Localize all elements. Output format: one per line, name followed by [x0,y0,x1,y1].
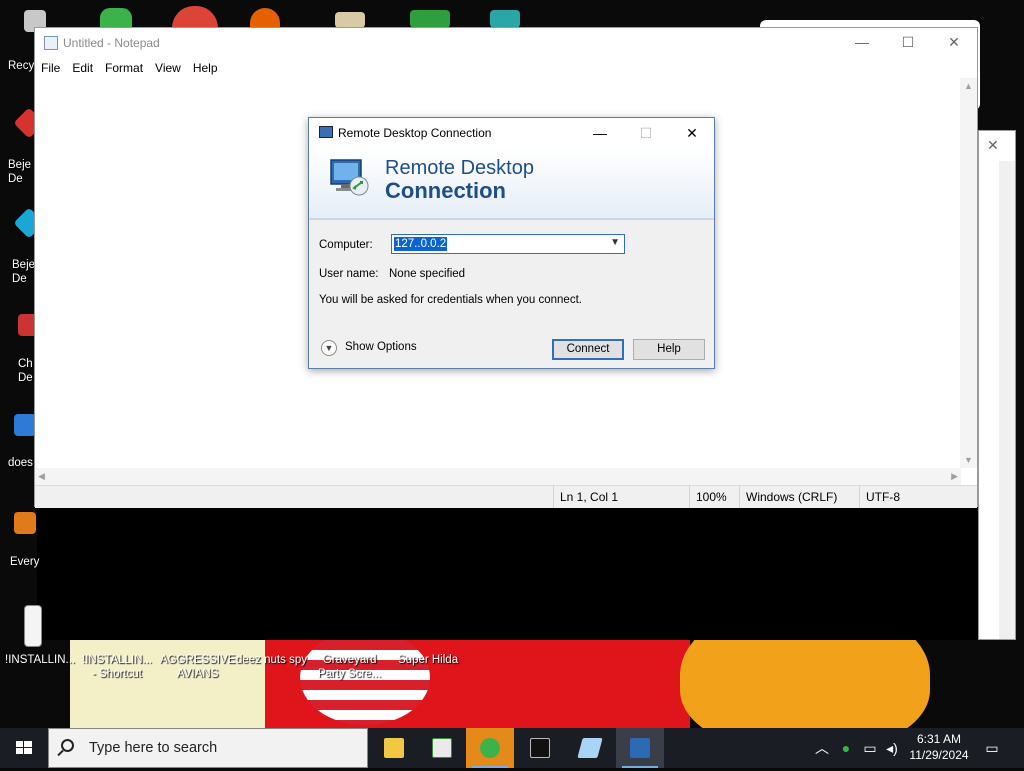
network-icon[interactable]: ▭ [860,728,880,768]
credentials-info: You will be asked for credentials when y… [319,294,582,306]
scroll-left-icon[interactable]: ◀ [38,471,45,482]
scroll-down-icon[interactable]: ▼ [964,455,973,465]
desktop-icon-label: does [8,457,33,469]
minimize-button[interactable]: — [577,118,623,148]
notification-icon[interactable]: ▭ [980,728,1004,768]
windows-logo-icon [16,741,32,754]
remote-desktop-icon [319,126,333,138]
dialog-banner: Remote Desktop Connection [309,148,714,220]
title-bar[interactable]: Untitled - Notepad — ☐ ✕ [35,28,977,58]
taskbar-notepad[interactable] [566,728,614,768]
clock-time: 6:31 AM [916,732,962,746]
status-bar: Ln 1, Col 1 100% Windows (CRLF) UTF-8 [35,485,977,508]
menu-file[interactable]: File [35,58,66,78]
taskbar-people-app[interactable] [466,728,514,768]
scroll-right-icon[interactable]: ▶ [951,471,958,482]
notepad-icon [44,36,58,50]
close-button[interactable]: ✕ [669,118,715,148]
desktop-icon-label: Beje De [8,159,32,185]
taskbar-search-box[interactable]: Type here to search [48,728,368,768]
desktop-icon-label: !INSTALLIN... [5,654,76,666]
remote-desktop-dialog: Remote Desktop Connection — ☐ ✕ Remote D… [308,117,715,369]
notepad-app-icon [432,738,452,758]
show-hidden-icons[interactable]: ︿ [812,728,832,768]
taskbar: Type here to search ︿ ● ▭ ◂) 6:31 AM 11/… [0,728,1024,768]
wallpaper-shape [37,505,1000,640]
banner-title-line1: Remote Desktop [385,157,534,179]
remote-desktop-icon [630,738,650,758]
start-button[interactable] [0,728,48,768]
dialog-title: Remote Desktop Connection [338,126,492,140]
desktop-icon-label: Recy [8,60,35,72]
app-icon[interactable] [335,12,365,28]
status-zoom: 100% [689,486,736,508]
taskbar-terminal[interactable] [516,728,564,768]
terminal-icon [530,738,550,758]
help-button[interactable]: Help [633,339,705,360]
taskbar-remote-desktop[interactable] [616,728,664,768]
computer-label: Computer: [319,239,373,251]
taskbar-notepad-app[interactable] [418,728,466,768]
vertical-scrollbar[interactable]: ▲ ▼ [960,78,977,468]
desktop-icon-label: Super Hilda [398,654,459,666]
title-bar[interactable]: Remote Desktop Connection — ☐ ✕ [309,118,714,148]
volume-icon[interactable]: ◂) [882,728,902,768]
chevron-down-icon[interactable]: ▼ [321,340,337,356]
status-encoding: UTF-8 [859,486,946,508]
desktop-icon-label: deez nuts spy [236,654,307,666]
file-icon[interactable] [24,605,42,647]
menu-bar: File Edit Format View Help [35,58,977,78]
horizontal-scrollbar[interactable]: ◀ ▶ [35,468,961,485]
search-icon [61,739,74,752]
minimize-button[interactable]: — [839,28,885,56]
file-shortcut-icon[interactable] [14,414,36,436]
menu-format[interactable]: Format [99,58,149,78]
people-tray-icon[interactable]: ● [836,728,856,768]
scroll-up-icon[interactable]: ▲ [964,81,973,91]
chrome-icon[interactable] [172,6,218,28]
file-explorer-icon [384,738,404,758]
window-title: Untitled - Notepad [63,36,160,50]
computer-value[interactable]: 127..0.0.2 [394,237,448,251]
maximize-button: ☐ [639,125,653,141]
search-placeholder: Type here to search [89,740,218,756]
desktop-icon-label: Beje De [12,259,36,285]
file-shortcut-icon[interactable] [14,512,36,534]
username-value: None specified [389,268,466,280]
taskbar-file-explorer[interactable] [370,728,418,768]
system-clock[interactable]: 6:31 AM 11/29/2024 [900,731,978,763]
banner-title-line2: Connection [385,178,506,203]
status-line-ending: Windows (CRLF) [739,486,846,508]
show-options-label[interactable]: Show Options [345,341,417,353]
remote-desktop-logo-icon [330,159,369,196]
computer-combobox[interactable]: 127..0.0.2 ▼ [391,234,625,254]
maximize-button[interactable]: ☐ [885,28,931,56]
close-icon[interactable]: ✕ [987,137,999,154]
desktop-icon-label: Ch De [18,358,33,384]
connect-button[interactable]: Connect [552,339,624,360]
firefox-icon[interactable] [250,8,280,28]
desktop-icon-label: Graveyard Party Scre... [318,654,382,680]
people-app-icon [480,738,500,758]
menu-view[interactable]: View [149,58,187,78]
clock-date: 11/29/2024 [909,748,969,762]
menu-edit[interactable]: Edit [66,58,99,78]
background-window[interactable]: ✕ [978,130,1016,640]
people-icon[interactable] [100,8,132,28]
close-button[interactable]: ✕ [931,28,977,56]
username-label: User name: [319,268,379,280]
desktop-icon-label: AGGRESSIVE AVIANS [160,654,236,680]
chevron-down-icon[interactable]: ▼ [610,237,620,248]
status-position: Ln 1, Col 1 [553,486,680,508]
desktop-icon-label: Every [10,556,40,568]
desktop-icon-label: !INSTALLIN... - Shortcut [82,654,153,680]
app-icon[interactable] [490,10,520,28]
app-icon[interactable] [410,10,450,28]
vertical-scrollbar[interactable] [999,161,1015,639]
menu-help[interactable]: Help [187,58,224,78]
notepad-pen-icon [577,738,603,758]
